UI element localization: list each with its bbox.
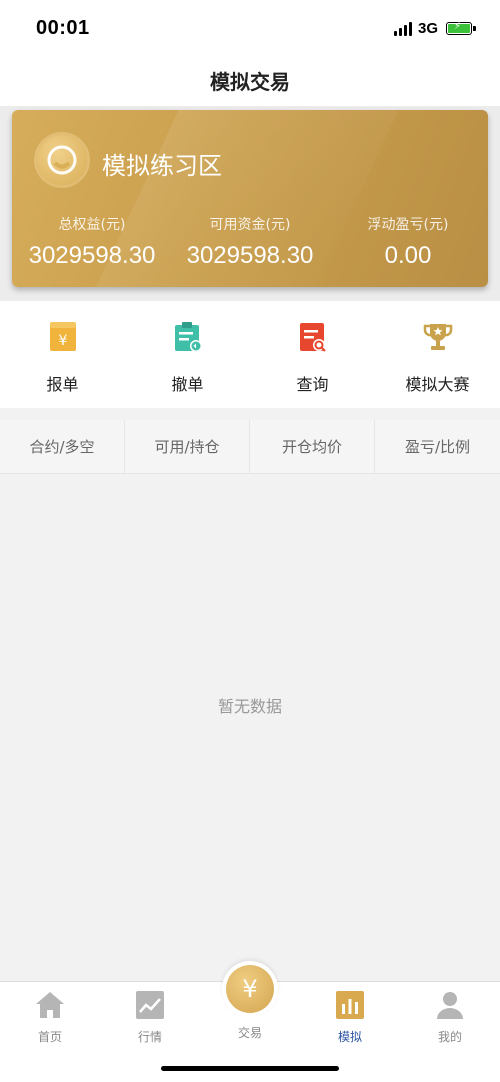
- tab-market[interactable]: 行情: [100, 990, 200, 1045]
- tab-label: 模拟: [337, 1030, 362, 1044]
- column-header: 开仓均价: [250, 420, 375, 474]
- chart-icon: [136, 991, 164, 1019]
- status-bar: 00:01 3G ⚡: [0, 0, 500, 58]
- tab-home[interactable]: 首页: [0, 990, 100, 1045]
- yuan-icon: ¥: [226, 965, 274, 1013]
- tab-label: 行情: [137, 1030, 162, 1044]
- column-header: 盈亏/比例: [375, 420, 500, 474]
- stat-value: 3029598.30: [186, 242, 314, 269]
- action-query[interactable]: 查询: [250, 301, 375, 408]
- svg-text:¥: ¥: [59, 333, 68, 349]
- available-funds: 可用资金(元) 3029598.30: [170, 214, 330, 270]
- query-icon: [300, 323, 326, 352]
- action-label: 撤单: [171, 375, 204, 394]
- page-title: 模拟交易: [210, 70, 290, 94]
- account-card: 模拟练习区 总权益(元) 3029598.30 可用资金(元) 3029598.…: [12, 110, 488, 287]
- action-label: 模拟大赛: [405, 375, 470, 394]
- action-grid: ¥ 报单 撤单 查询 模拟大赛: [0, 301, 500, 408]
- action-order[interactable]: ¥ 报单: [0, 301, 125, 408]
- stat-label: 浮动盈亏(元): [367, 217, 449, 233]
- stat-label: 总权益(元): [58, 217, 126, 233]
- empty-state-text: 暂无数据: [217, 697, 282, 716]
- status-time: 00:01: [36, 17, 90, 39]
- tab-label: 交易: [237, 1026, 262, 1040]
- network-type: 3G: [417, 20, 438, 37]
- trophy-icon: [423, 324, 453, 350]
- action-contest[interactable]: 模拟大赛: [375, 301, 500, 408]
- total-equity: 总权益(元) 3029598.30: [12, 214, 172, 270]
- stat-value: 3029598.30: [28, 242, 156, 269]
- action-cancel-order[interactable]: 撤单: [125, 301, 250, 408]
- tab-simulation[interactable]: 模拟: [300, 990, 400, 1045]
- card-title: 模拟练习区: [102, 152, 222, 180]
- action-label: 查询: [296, 375, 329, 394]
- tab-label: 首页: [37, 1030, 62, 1044]
- tab-trade-button[interactable]: ¥: [222, 961, 278, 1017]
- nav-bar: 模拟交易: [0, 58, 500, 106]
- signal-icon: [393, 21, 412, 36]
- stat-value: 0.00: [384, 242, 432, 269]
- tab-label: 我的: [437, 1030, 462, 1044]
- column-header: 可用/持仓: [125, 420, 250, 474]
- user-icon: [437, 992, 463, 1019]
- positions-table-header: 合约/多空 可用/持仓 开仓均价 盈亏/比例: [0, 420, 500, 474]
- tab-profile[interactable]: 我的: [400, 990, 500, 1045]
- floating-pnl: 浮动盈亏(元) 0.00: [328, 214, 488, 270]
- status-indicators: 3G ⚡: [393, 20, 476, 37]
- column-header: 合约/多空: [0, 420, 125, 474]
- bar-chart-icon: [336, 991, 364, 1019]
- cancel-order-icon: [175, 322, 202, 352]
- stat-label: 可用资金(元): [209, 217, 291, 233]
- order-icon: ¥: [50, 322, 76, 351]
- home-indicator: [161, 1066, 339, 1071]
- home-icon: [36, 992, 64, 1018]
- action-label: 报单: [46, 375, 79, 394]
- practice-logo-icon: [37, 135, 87, 185]
- battery-icon: ⚡: [446, 22, 476, 35]
